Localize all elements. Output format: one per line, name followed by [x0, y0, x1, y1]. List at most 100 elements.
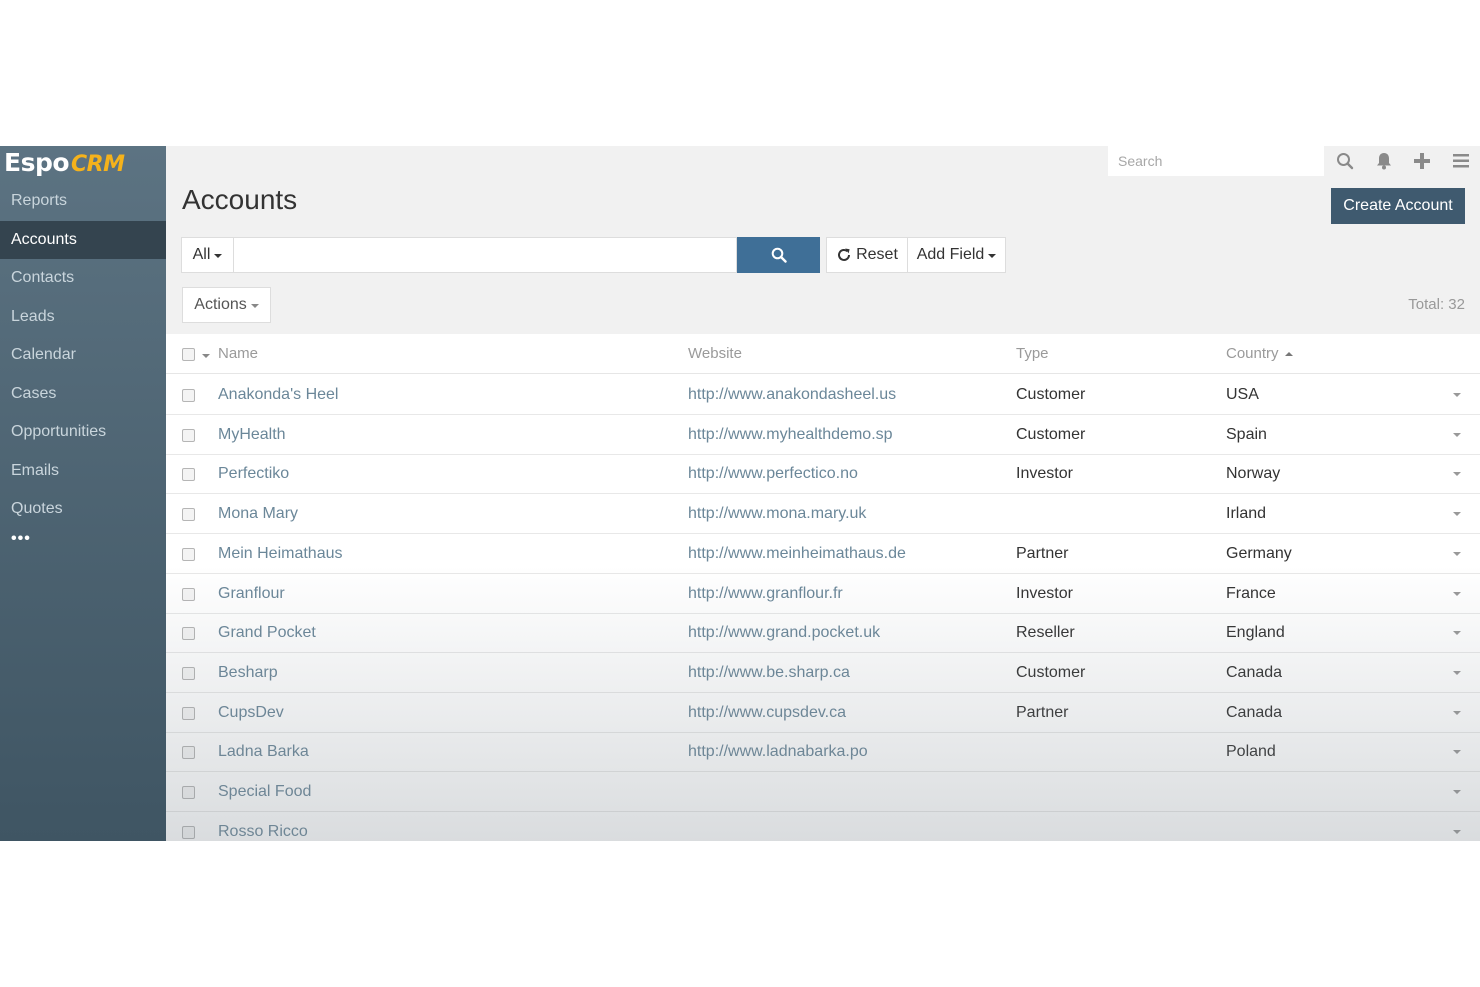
country-value: USA [1226, 386, 1259, 403]
column-header-name[interactable]: Name [218, 334, 258, 374]
refresh-icon [838, 248, 851, 261]
type-value: Investor [1016, 465, 1073, 483]
table-row: Besharp http://www.be.sharp.ca Customer Can… [166, 653, 1480, 693]
select-all-chevron-down-icon[interactable] [202, 354, 210, 358]
website-link[interactable]: http://www.granflour.fr [688, 574, 843, 614]
account-name-link[interactable]: Special Food [218, 772, 311, 812]
plus-icon[interactable] [1411, 150, 1433, 172]
search-icon [771, 247, 787, 263]
website-link[interactable]: http://www.mona.mary.uk [688, 494, 866, 534]
row-checkbox[interactable] [182, 468, 195, 482]
account-name-link[interactable]: Perfectiko [218, 454, 289, 494]
sidebar-item-contacts[interactable]: Contacts [0, 259, 166, 298]
row-actions-chevron-down-icon[interactable] [1452, 631, 1462, 639]
type-value: Investor [1016, 584, 1073, 602]
sidebar-item-reports[interactable]: Reports [0, 182, 166, 221]
column-header-website[interactable]: Website [688, 334, 742, 374]
sidebar-more-button[interactable]: ••• [0, 529, 166, 555]
sidebar-item-opportunities[interactable]: Opportunities [0, 413, 166, 452]
filter-all-label: All [192, 246, 211, 263]
row-checkbox[interactable] [182, 706, 195, 720]
row-actions-chevron-down-icon[interactable] [1452, 829, 1462, 838]
reset-label: Reset [856, 246, 898, 263]
website-link[interactable]: http://www.myhealthdemo.sp [688, 415, 893, 455]
global-search-input[interactable] [1108, 146, 1324, 176]
account-name-link[interactable]: Ladna Barka [218, 732, 309, 772]
row-checkbox[interactable] [182, 428, 195, 442]
row-actions-chevron-down-icon[interactable] [1452, 432, 1462, 441]
row-actions-chevron-down-icon[interactable] [1452, 472, 1462, 480]
menu-icon[interactable] [1450, 150, 1472, 172]
row-actions-chevron-down-icon[interactable] [1452, 591, 1462, 600]
sidebar-item-emails[interactable]: Emails [0, 452, 166, 491]
row-actions-chevron-down-icon[interactable] [1452, 670, 1462, 679]
account-name-link[interactable]: Rosso Ricco [218, 812, 308, 841]
account-name-link[interactable]: Besharp [218, 653, 278, 693]
add-field-dropdown[interactable]: Add Field [908, 237, 1006, 273]
account-name-link[interactable]: Mona Mary [218, 494, 298, 534]
add-field-label: Add Field [916, 246, 985, 263]
table-row: Rosso Ricco [166, 812, 1480, 841]
sidebar-item-quotes[interactable]: Quotes [0, 490, 166, 529]
create-account-button[interactable]: Create Account [1331, 188, 1465, 224]
search-button[interactable] [737, 237, 820, 273]
row-checkbox[interactable] [182, 627, 195, 641]
table-row: CupsDev http://www.cupsdev.ca Partner Canad… [166, 693, 1480, 733]
website-link[interactable]: http://www.meinheimathaus.de [688, 534, 906, 574]
row-checkbox[interactable] [182, 547, 195, 561]
row-actions-chevron-down-icon[interactable] [1452, 750, 1462, 758]
type-value: Customer [1016, 386, 1086, 403]
country-value: Poland [1226, 743, 1276, 761]
row-checkbox[interactable] [182, 786, 195, 799]
country-value: Canada [1226, 663, 1283, 681]
table-row: Granflour http://www.granflour.fr Investor… [166, 574, 1480, 614]
account-name-link[interactable]: Mein Heimathaus [218, 534, 343, 574]
table-row: Mona Mary http://www.mona.mary.uk Irland [166, 494, 1480, 535]
website-link[interactable]: http://www.grand.pocket.uk [688, 613, 880, 653]
row-checkbox[interactable] [182, 389, 195, 402]
row-checkbox[interactable] [182, 825, 195, 839]
row-actions-chevron-down-icon[interactable] [1452, 710, 1462, 719]
row-actions-chevron-down-icon[interactable] [1452, 790, 1462, 798]
column-header-country[interactable]: Country [1226, 334, 1293, 374]
row-actions-chevron-down-icon[interactable] [1452, 551, 1462, 560]
select-all-checkbox[interactable] [182, 348, 195, 361]
website-link[interactable]: http://www.cupsdev.ca [688, 693, 846, 733]
espocrm-logo[interactable]: Espo CRM [4, 148, 125, 182]
type-value: Reseller [1016, 624, 1075, 642]
table-row: MyHealth http://www.myhealthdemo.sp Custom… [166, 415, 1480, 455]
reset-button[interactable]: Reset [826, 237, 908, 273]
account-name-link[interactable]: CupsDev [218, 693, 284, 733]
website-link[interactable]: http://www.be.sharp.ca [688, 653, 850, 693]
account-name-link[interactable]: Granflour [218, 574, 285, 614]
column-header-country-label: Country [1226, 345, 1279, 362]
actions-dropdown[interactable]: Actions [182, 287, 271, 323]
bell-icon[interactable] [1373, 150, 1395, 172]
account-name-link[interactable]: Anakonda's Heel [218, 375, 338, 415]
sidebar: Espo CRM Reports Accounts Contacts Leads… [0, 146, 166, 841]
account-name-link[interactable]: MyHealth [218, 415, 286, 455]
row-actions-chevron-down-icon[interactable] [1452, 393, 1462, 401]
sidebar-item-accounts[interactable]: Accounts [0, 220, 166, 259]
row-checkbox[interactable] [182, 746, 195, 760]
filter-all-dropdown[interactable]: All [181, 237, 234, 273]
row-checkbox[interactable] [182, 666, 195, 680]
search-icon[interactable] [1334, 150, 1356, 172]
text-filter-input[interactable] [234, 237, 737, 273]
country-value: Germany [1226, 544, 1292, 562]
website-link[interactable]: http://www.perfectico.no [688, 454, 858, 494]
sidebar-item-cases[interactable]: Cases [0, 375, 166, 414]
table-header: Name Website Type Country [166, 334, 1480, 374]
row-actions-chevron-down-icon[interactable] [1452, 512, 1462, 520]
website-link[interactable]: http://www.anakondasheel.us [688, 375, 896, 415]
column-header-type[interactable]: Type [1016, 334, 1049, 374]
type-value: Customer [1016, 663, 1086, 681]
sidebar-item-leads[interactable]: Leads [0, 298, 166, 337]
row-checkbox[interactable] [182, 587, 195, 601]
account-name-link[interactable]: Grand Pocket [218, 613, 316, 653]
country-value: Norway [1226, 465, 1281, 483]
table-row: Special Food [166, 772, 1480, 812]
sidebar-item-calendar[interactable]: Calendar [0, 336, 166, 375]
row-checkbox[interactable] [182, 508, 195, 522]
website-link[interactable]: http://www.ladnabarka.po [688, 732, 868, 772]
